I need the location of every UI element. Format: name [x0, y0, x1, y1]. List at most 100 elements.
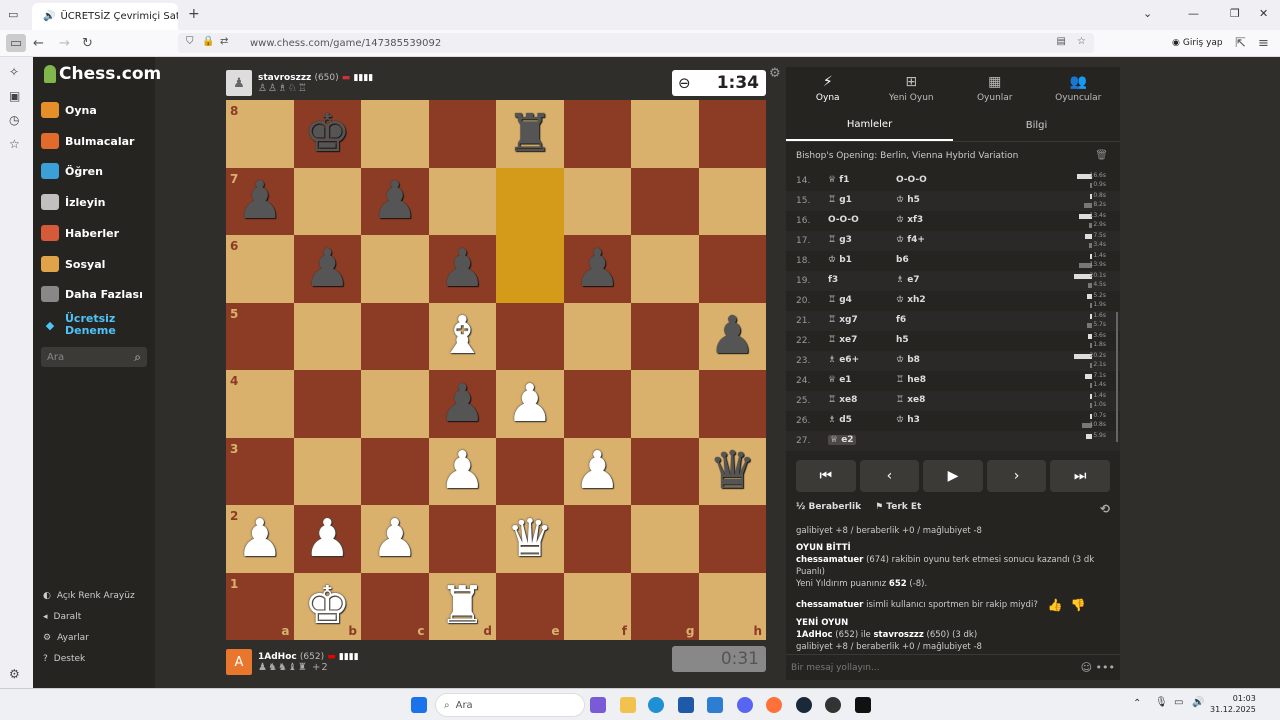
resign-button[interactable]: ⚑ Terk Et — [875, 502, 921, 516]
first-move-button[interactable]: ⏮ — [796, 460, 856, 492]
chess-board[interactable]: 8 ♚ ♜ 7 ♟ ♟ 6 ♟ ♟ ♟ 5 ♝ ♟ 4 ♟ ♟ 3 ♟ ♟ ♛ 2 ♟ ♟ ♟ ♛ 1 a b ♚ c d ♜ e f g h — [226, 100, 766, 640]
black-pawn-icon[interactable]: ♟ — [304, 243, 351, 295]
white-move[interactable]: ♖ g1 — [828, 195, 852, 205]
history-icon[interactable]: ◷ — [9, 113, 19, 127]
explorer-icon[interactable] — [620, 697, 636, 713]
menu-icon[interactable]: ≡ — [1258, 36, 1269, 51]
square-b3[interactable] — [293, 437, 361, 505]
black-move[interactable]: ♔ h5 — [896, 195, 920, 205]
square-e3[interactable] — [496, 437, 564, 505]
white-move[interactable]: ♖ xg7 — [828, 315, 858, 325]
square-b7[interactable] — [293, 167, 361, 235]
login-button[interactable]: ◉ Giriş yap — [1172, 34, 1228, 52]
white-pawn-icon[interactable]: ♟ — [439, 445, 486, 497]
square-f3[interactable]: ♟ — [563, 437, 631, 505]
sidebar-toggle-icon[interactable]: ▭ — [6, 34, 26, 52]
extensions-icon[interactable]: ⇱ — [1235, 36, 1246, 51]
shield-icon[interactable]: ⛉ — [186, 36, 194, 47]
white-pawn-icon[interactable]: ♟ — [304, 513, 351, 565]
thumbs-up-icon[interactable]: 👍 — [1048, 599, 1063, 611]
square-f1[interactable]: f — [563, 572, 631, 640]
nav-item-5[interactable]: Sosyal — [41, 256, 105, 272]
nav-item-4[interactable]: Haberler — [41, 225, 119, 241]
url-bar[interactable]: ⛉ 🔒 ⇄ www.chess.com/game/147385539092 ▤ … — [178, 33, 1094, 53]
minimize-icon[interactable]: — — [1188, 7, 1199, 20]
winner-name[interactable]: chessamatuer — [796, 555, 863, 565]
tab-overflow-icon[interactable]: ⌄ — [1143, 7, 1152, 20]
square-h3[interactable]: ♛ — [698, 437, 766, 505]
square-d2[interactable] — [428, 505, 496, 573]
square-c2[interactable]: ♟ — [361, 505, 429, 573]
white-queen-icon[interactable]: ♛ — [506, 513, 553, 565]
black-move[interactable]: ♔ b8 — [896, 355, 920, 365]
black-rook-icon[interactable]: ♜ — [506, 108, 553, 160]
bottom-player-name[interactable]: 1AdHoc — [258, 652, 297, 662]
square-g4[interactable] — [631, 370, 699, 438]
square-a6[interactable]: 6 — [226, 235, 294, 303]
square-d3[interactable]: ♟ — [428, 437, 496, 505]
chess-logo[interactable]: Chess.com — [44, 64, 161, 84]
square-b6[interactable]: ♟ — [293, 235, 361, 303]
speaker-icon[interactable]: 🔊 — [43, 11, 55, 22]
tab-3[interactable]: 👥 Oyuncular — [1037, 67, 1121, 110]
white-pawn-icon[interactable]: ♟ — [236, 513, 283, 565]
white-pawn-icon[interactable]: ♟ — [371, 513, 418, 565]
black-move[interactable]: ♔ xh2 — [896, 295, 926, 305]
tab-info[interactable]: Bilgi — [953, 110, 1120, 141]
square-h8[interactable] — [698, 100, 766, 168]
edge-icon[interactable] — [648, 697, 664, 713]
black-move[interactable]: ♔ xf3 — [896, 215, 923, 225]
white-move[interactable]: ♕ f1 — [828, 175, 849, 185]
square-d4[interactable]: ♟ — [428, 370, 496, 438]
square-e4[interactable]: ♟ — [496, 370, 564, 438]
square-f4[interactable] — [563, 370, 631, 438]
square-g8[interactable] — [631, 100, 699, 168]
square-e5[interactable] — [496, 302, 564, 370]
square-c7[interactable]: ♟ — [361, 167, 429, 235]
black-pawn-icon[interactable]: ♟ — [236, 175, 283, 227]
square-a1[interactable]: 1a — [226, 572, 294, 640]
nav-item-3[interactable]: İzleyin — [41, 194, 106, 210]
permissions-icon[interactable]: ⇄ — [220, 36, 228, 47]
flip-board-icon[interactable]: ⟲ — [1100, 502, 1110, 516]
support-item[interactable]: ? Destek — [43, 654, 85, 664]
square-e6[interactable] — [496, 235, 564, 303]
white-pawn-icon[interactable]: ♟ — [506, 378, 553, 430]
white-move[interactable]: ♖ g4 — [828, 295, 852, 305]
square-b2[interactable]: ♟ — [293, 505, 361, 573]
nav-item-trial[interactable]: ◆ Ücretsiz Deneme — [41, 313, 116, 337]
nav-item-0[interactable]: Oyna — [41, 102, 97, 118]
black-pawn-icon[interactable]: ♟ — [371, 175, 418, 227]
white-move[interactable]: ♖ xe8 — [828, 395, 857, 405]
square-g2[interactable] — [631, 505, 699, 573]
square-c8[interactable] — [361, 100, 429, 168]
square-a8[interactable]: 8 — [226, 100, 294, 168]
square-h5[interactable]: ♟ — [698, 302, 766, 370]
square-g6[interactable] — [631, 235, 699, 303]
square-e7[interactable] — [496, 167, 564, 235]
opponent-name[interactable]: chessamatuer — [796, 600, 863, 610]
maximize-icon[interactable]: ❐ — [1230, 7, 1240, 20]
square-d5[interactable]: ♝ — [428, 302, 496, 370]
black-move[interactable]: ♖ xe8 — [896, 395, 925, 405]
square-f2[interactable] — [563, 505, 631, 573]
nav-item-1[interactable]: Bulmacalar — [41, 133, 134, 149]
white-move[interactable]: ♖ g3 — [828, 235, 852, 245]
next-move-button[interactable]: › — [986, 460, 1047, 492]
black-pawn-icon[interactable]: ♟ — [439, 243, 486, 295]
delete-icon[interactable]: 🗑 — [1095, 150, 1108, 161]
square-f5[interactable] — [563, 302, 631, 370]
white-move[interactable]: ♗ d5 — [828, 415, 852, 425]
square-g3[interactable] — [631, 437, 699, 505]
volume-icon[interactable]: 🔊 — [1192, 697, 1204, 708]
light-theme-item[interactable]: ◐ Açık Renk Arayüz — [43, 591, 135, 601]
black-pawn-icon[interactable]: ♟ — [574, 243, 621, 295]
square-d6[interactable]: ♟ — [428, 235, 496, 303]
search-icon[interactable]: ⌕ — [134, 350, 141, 365]
opening-name[interactable]: Bishop's Opening: Berlin, Vienna Hybrid … — [796, 151, 1018, 161]
last-move-button[interactable]: ⏭ — [1050, 460, 1110, 492]
square-a2[interactable]: 2 ♟ — [226, 505, 294, 573]
nav-search-input[interactable]: Ara ⌕ — [41, 347, 147, 367]
square-d1[interactable]: d ♜ — [428, 572, 496, 640]
forward-icon[interactable]: → — [59, 36, 70, 51]
